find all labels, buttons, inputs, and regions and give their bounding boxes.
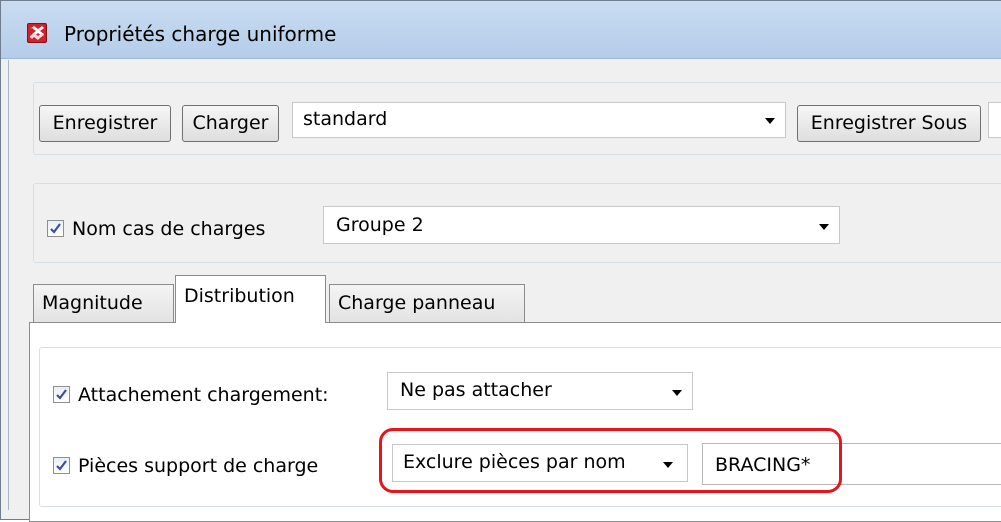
attachment-label: Attachement chargement:: [78, 384, 329, 406]
save-button[interactable]: Enregistrer: [39, 105, 171, 142]
load-case-label: Nom cas de charges: [72, 218, 266, 240]
preset-dropdown[interactable]: standard: [292, 102, 786, 138]
check-icon: [56, 389, 67, 400]
preset-value: standard: [303, 108, 388, 130]
attachment-dropdown[interactable]: Ne pas attacher: [387, 372, 693, 410]
support-parts-label: Pièces support de charge: [78, 455, 319, 477]
attachment-value: Ne pas attacher: [400, 379, 552, 401]
window-title: Propriétés charge uniforme: [64, 22, 337, 46]
tab-charge-panneau[interactable]: Charge panneau: [329, 284, 525, 322]
chevron-down-icon: [819, 224, 829, 230]
chevron-down-icon: [765, 118, 775, 124]
attachment-checkbox[interactable]: [53, 386, 70, 403]
tab-distribution[interactable]: Distribution: [175, 275, 326, 323]
support-parts-checkbox[interactable]: [53, 457, 70, 474]
load-case-dropdown[interactable]: Groupe 2: [323, 206, 840, 244]
load-button[interactable]: Charger: [182, 105, 279, 142]
check-icon: [50, 223, 61, 234]
chevron-down-icon: [672, 390, 682, 396]
load-case-checkbox[interactable]: [47, 220, 64, 237]
load-case-value: Groupe 2: [336, 214, 424, 236]
tab-magnitude[interactable]: Magnitude: [33, 284, 174, 322]
save-as-name-field[interactable]: [988, 102, 1001, 138]
app-icon: [27, 23, 47, 43]
highlight-annotation: [379, 428, 842, 493]
save-as-button[interactable]: Enregistrer Sous: [797, 105, 981, 142]
check-icon: [56, 460, 67, 471]
